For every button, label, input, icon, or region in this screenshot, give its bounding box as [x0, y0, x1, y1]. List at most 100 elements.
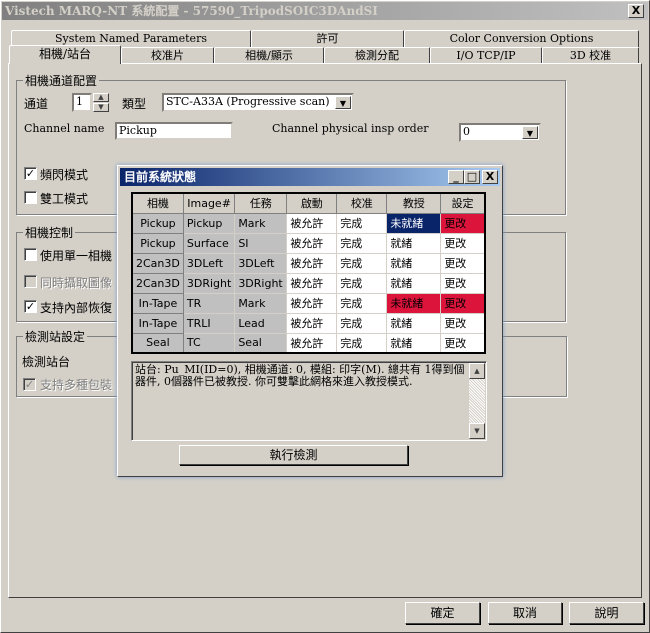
column-header-image[interactable]: Image#	[182, 192, 236, 214]
cell-camera[interactable]: Seal	[131, 332, 184, 354]
table-row[interactable]: Pickup Pickup Mark 被允許 完成 未就緒 更改	[131, 212, 486, 234]
cell-teach[interactable]: 未就緒	[386, 292, 442, 314]
tab-io-tcpip[interactable]: I/O TCP/IP	[430, 47, 542, 64]
cell-task[interactable]: Mark	[234, 212, 288, 234]
table-row[interactable]: 2Can3D 3DRight 3DRight 被允許 完成 就緒 更改	[131, 272, 486, 294]
cell-image[interactable]: Surface	[182, 232, 236, 254]
column-header-teach[interactable]: 教授	[386, 192, 442, 214]
column-header-calibration[interactable]: 校准	[336, 192, 388, 214]
chevron-down-icon[interactable]: ▼	[335, 96, 351, 109]
tab-calibration-target[interactable]: 校准片	[121, 47, 214, 64]
insp-order-dropdown[interactable]: 0 ▼	[459, 123, 541, 142]
strobe-checkbox[interactable]: ✓	[24, 167, 37, 180]
column-header-camera[interactable]: 相機	[131, 192, 184, 214]
table-row[interactable]: In-Tape TR Mark 被允許 完成 未就緒 更改	[131, 292, 486, 314]
strobe-label: 頻閃模式	[40, 168, 89, 182]
channel-input[interactable]: 1	[72, 93, 92, 112]
ok-button[interactable]: 確定	[405, 602, 480, 624]
cell-task[interactable]: Seal	[234, 332, 288, 354]
cell-enable[interactable]: 被允許	[286, 252, 338, 274]
cell-enable[interactable]: 被允許	[286, 292, 338, 314]
tab-3d-calibration[interactable]: 3D 校准	[542, 47, 639, 64]
cell-enable[interactable]: 被允許	[286, 232, 338, 254]
help-button[interactable]: 說明	[569, 602, 644, 624]
status-grid[interactable]: 相機 Image# 任務 啟動 校准 教授 設定 Pickup Pickup Mark 被允許 完成…	[131, 192, 486, 354]
table-row[interactable]: Seal TC Seal 被允許 完成 就緒 更改	[131, 332, 486, 354]
cell-teach[interactable]: 未就緒	[386, 212, 442, 234]
column-header-enable[interactable]: 啟動	[286, 192, 338, 214]
table-row[interactable]: 2Can3D 3DLeft 3DLeft 被允許 完成 就緒 更改	[131, 252, 486, 274]
cell-camera[interactable]: 2Can3D	[131, 272, 184, 294]
cell-image[interactable]: TRLI	[182, 312, 236, 334]
minimize-icon[interactable]: _	[448, 170, 464, 184]
cell-setup[interactable]: 更改	[440, 332, 486, 354]
scroll-up-icon[interactable]: ▲	[469, 363, 485, 379]
single-camera-label: 使用單一相機	[40, 249, 113, 263]
cell-setup[interactable]: 更改	[440, 212, 486, 234]
cell-image[interactable]: 3DLeft	[182, 252, 236, 274]
table-row[interactable]: Pickup Surface SI 被允許 完成 就緒 更改	[131, 232, 486, 254]
tab-color-conversion[interactable]: Color Conversion Options	[404, 30, 639, 47]
run-inspection-button[interactable]: 執行檢測	[179, 445, 408, 465]
cell-enable[interactable]: 被允許	[286, 312, 338, 334]
channel-spinner[interactable]: ▲ ▼	[93, 93, 109, 112]
tab-license[interactable]: 許可	[251, 30, 404, 47]
cell-calibration[interactable]: 完成	[336, 272, 388, 294]
type-dropdown[interactable]: STC-A33A (Progressive scan) ▼	[162, 93, 354, 112]
cell-setup[interactable]: 更改	[440, 312, 486, 334]
cell-image[interactable]: 3DRight	[182, 272, 236, 294]
cell-teach[interactable]: 就緒	[386, 332, 442, 354]
spin-up-icon[interactable]: ▲	[93, 93, 109, 102]
cell-camera[interactable]: Pickup	[131, 212, 184, 234]
duplex-checkbox[interactable]	[24, 191, 37, 204]
cell-camera[interactable]: In-Tape	[131, 292, 184, 314]
cell-calibration[interactable]: 完成	[336, 232, 388, 254]
cell-setup[interactable]: 更改	[440, 232, 486, 254]
cell-camera[interactable]: Pickup	[131, 232, 184, 254]
close-icon[interactable]: X	[482, 170, 498, 184]
tab-camera-display[interactable]: 相機/顯示	[214, 47, 324, 64]
cell-image[interactable]: Pickup	[182, 212, 236, 234]
cell-enable[interactable]: 被允許	[286, 212, 338, 234]
cell-task[interactable]: Lead	[234, 312, 288, 334]
column-header-task[interactable]: 任務	[234, 192, 288, 214]
cell-calibration[interactable]: 完成	[336, 212, 388, 234]
cell-camera[interactable]: 2Can3D	[131, 252, 184, 274]
cell-setup[interactable]: 更改	[440, 252, 486, 274]
cell-image[interactable]: TR	[182, 292, 236, 314]
table-row[interactable]: In-Tape TRLI Lead 被允許 完成 就緒 更改	[131, 312, 486, 334]
cell-teach[interactable]: 就緒	[386, 252, 442, 274]
cell-calibration[interactable]: 完成	[336, 252, 388, 274]
cell-calibration[interactable]: 完成	[336, 332, 388, 354]
cell-setup[interactable]: 更改	[440, 292, 486, 314]
cell-camera[interactable]: In-Tape	[131, 312, 184, 334]
cell-calibration[interactable]: 完成	[336, 312, 388, 334]
cell-setup[interactable]: 更改	[440, 272, 486, 294]
cell-teach[interactable]: 就緒	[386, 272, 442, 294]
cell-teach[interactable]: 就緒	[386, 232, 442, 254]
multi-package-checkbox: ✓	[23, 378, 36, 391]
cell-enable[interactable]: 被允許	[286, 272, 338, 294]
multi-package-label: 支持多種包裝	[40, 378, 113, 392]
single-camera-checkbox[interactable]	[24, 248, 37, 261]
cell-task[interactable]: 3DLeft	[234, 252, 288, 274]
chevron-down-icon[interactable]: ▼	[522, 126, 538, 139]
cell-calibration[interactable]: 完成	[336, 292, 388, 314]
cell-task[interactable]: 3DRight	[234, 272, 288, 294]
vertical-scrollbar[interactable]: ▲ ▼	[469, 363, 485, 439]
channel-name-input[interactable]: Pickup	[115, 122, 233, 140]
spin-down-icon[interactable]: ▼	[93, 103, 109, 112]
tab-camera-station[interactable]: 相機/站台	[9, 45, 121, 64]
cancel-button[interactable]: 取消	[488, 602, 562, 624]
cell-task[interactable]: Mark	[234, 292, 288, 314]
scroll-down-icon[interactable]: ▼	[469, 423, 485, 439]
internal-recovery-checkbox[interactable]: ✓	[24, 300, 37, 313]
cell-image[interactable]: TC	[182, 332, 236, 354]
cell-enable[interactable]: 被允許	[286, 332, 338, 354]
tab-inspection-assignment[interactable]: 檢測分配	[324, 47, 430, 64]
cell-teach[interactable]: 就緒	[386, 312, 442, 334]
column-header-setup[interactable]: 設定	[440, 192, 486, 214]
cell-task[interactable]: SI	[234, 232, 288, 254]
maximize-icon[interactable]: □	[464, 170, 480, 184]
close-button[interactable]: X	[628, 4, 644, 18]
